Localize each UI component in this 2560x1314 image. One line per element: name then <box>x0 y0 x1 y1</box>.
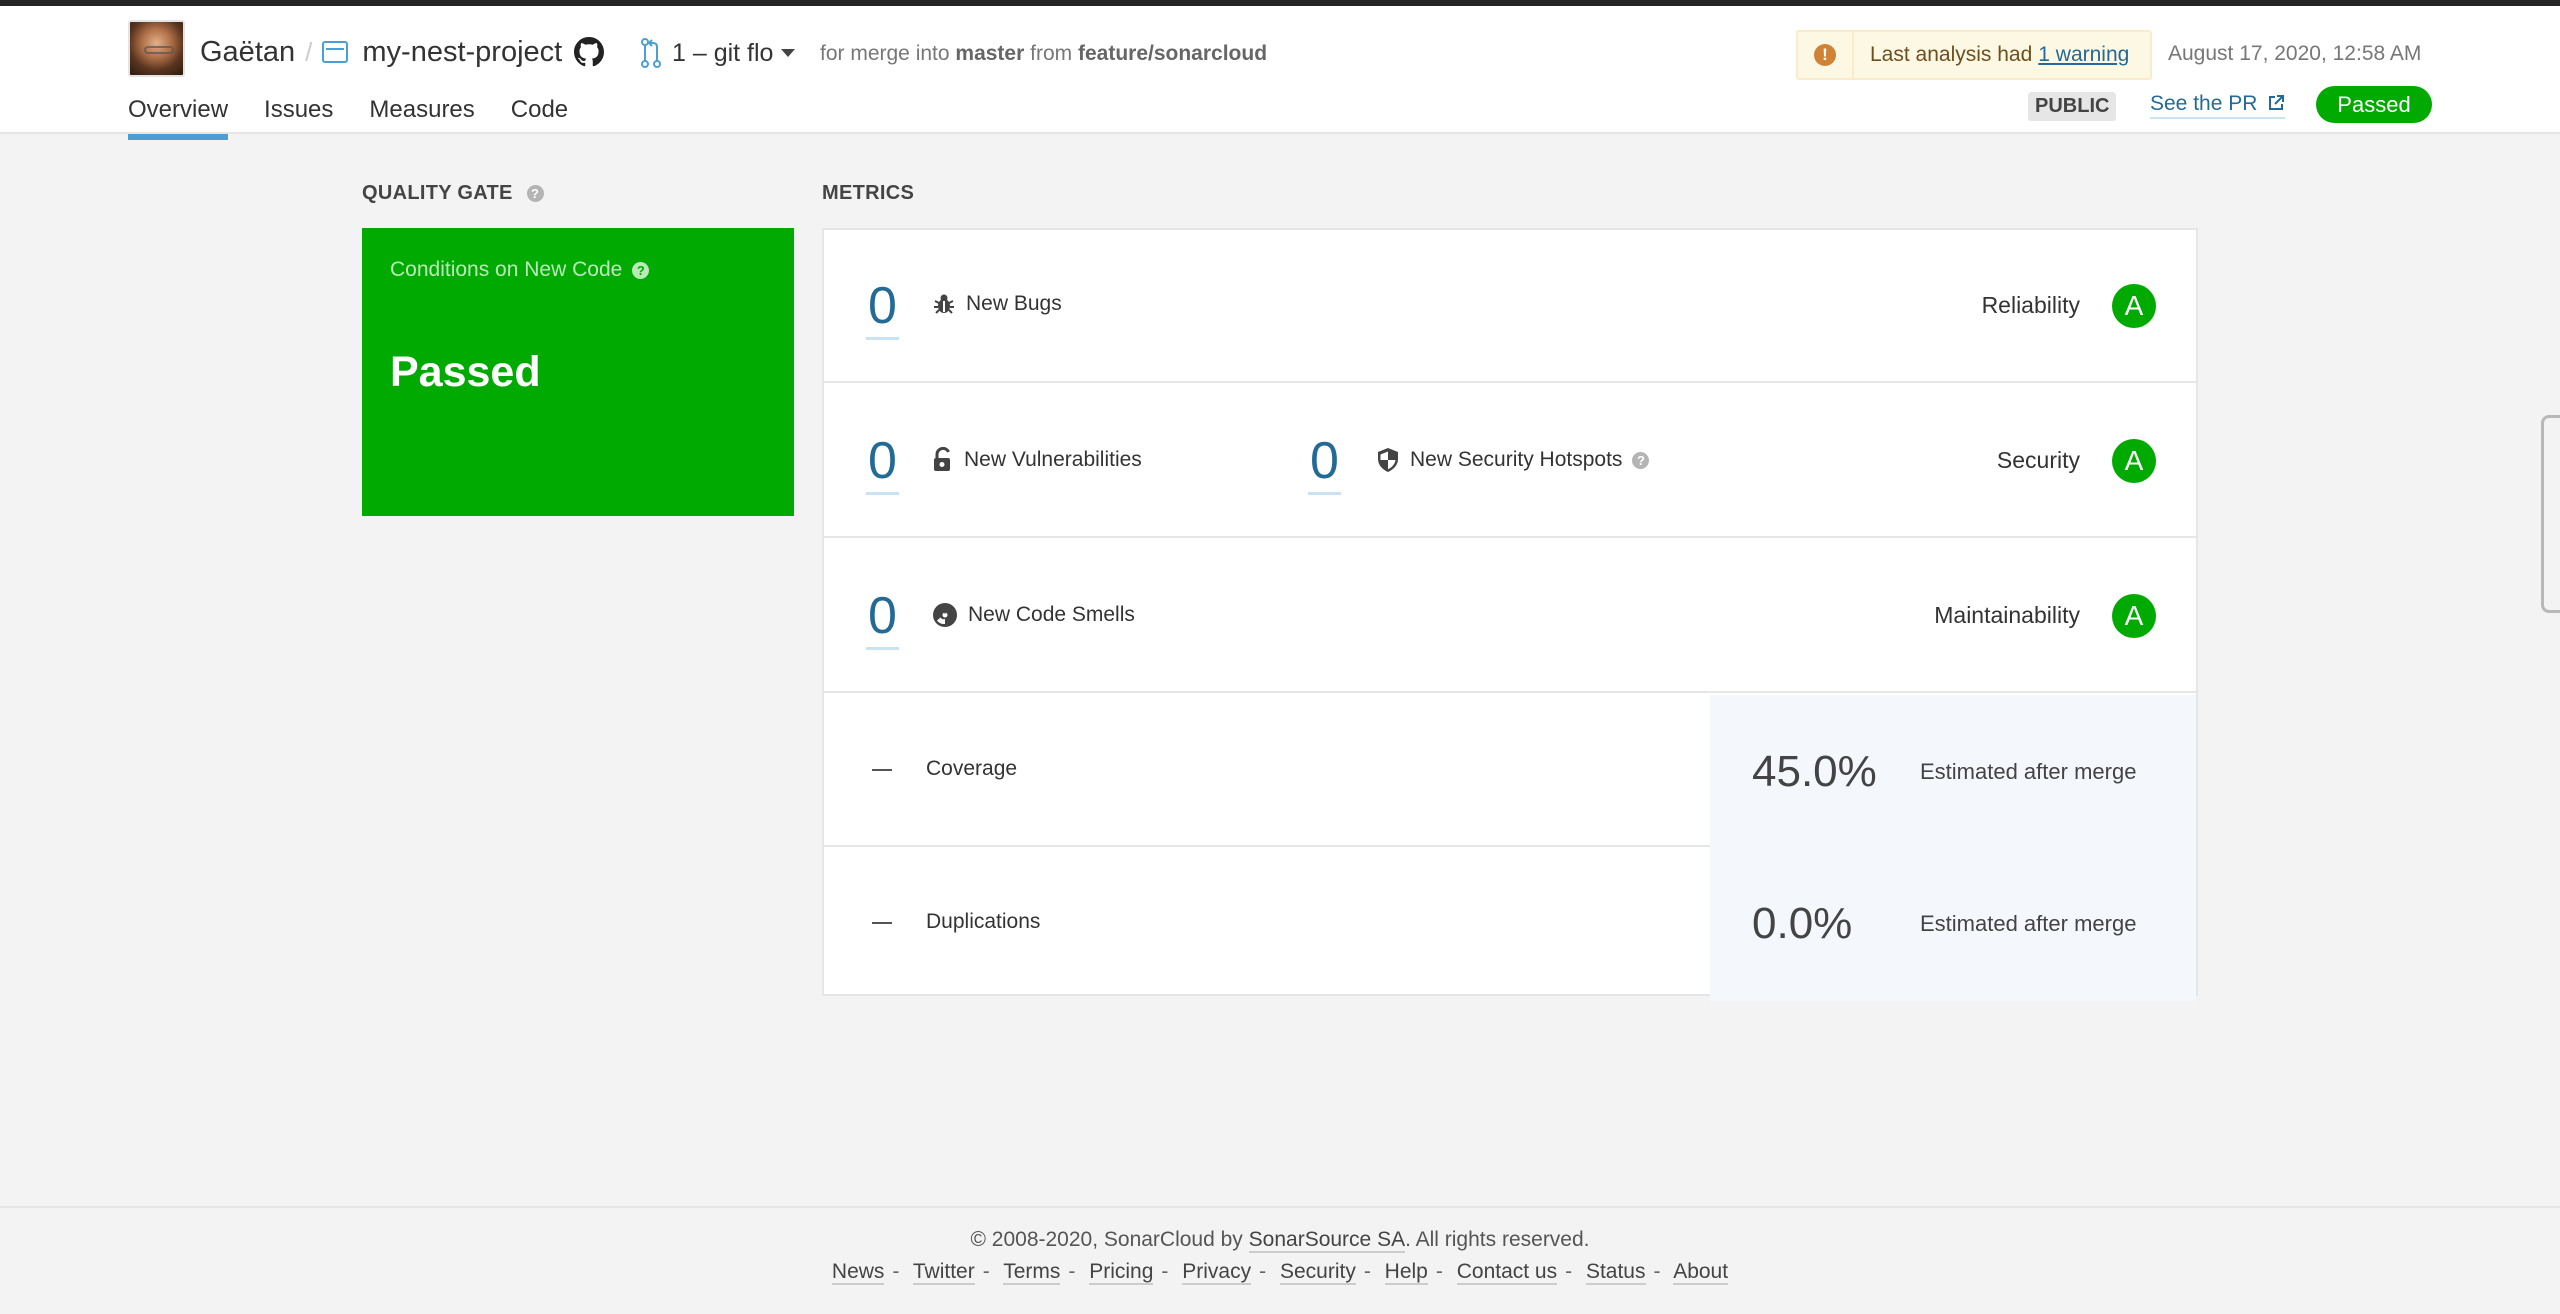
help-icon[interactable]: ? <box>1632 451 1650 469</box>
see-pr-link[interactable]: See the PR <box>2150 92 2286 119</box>
duplications-estimate-label: Estimated after merge <box>1920 911 2137 936</box>
footer: © 2008-2020, SonarCloud by SonarSource S… <box>0 1206 2560 1314</box>
footer-link-twitter[interactable]: Twitter <box>912 1260 975 1285</box>
quality-gate-status: Passed <box>390 348 541 396</box>
reliability-label: Reliability <box>1981 292 2080 318</box>
project-header: Gaëtan / my-nest-project 1 – git flo for… <box>0 6 2560 140</box>
external-link-icon <box>2269 95 2285 110</box>
duplications-row: Duplications <box>824 848 1710 1000</box>
tab-code[interactable]: Code <box>511 96 568 136</box>
footer-link-contact[interactable]: Contact us <box>1456 1260 1558 1285</box>
coverage-row: Coverage <box>824 695 1710 847</box>
metric-row-security: 0 New Vulnerabilities 0 New Security Hot… <box>824 385 2196 538</box>
warning-link[interactable]: 1 warning <box>2038 43 2129 67</box>
new-bugs-text[interactable]: New Bugs <box>966 292 1062 316</box>
duplications-label[interactable]: Duplications <box>926 910 1040 934</box>
footer-link-security[interactable]: Security <box>1279 1260 1356 1285</box>
help-icon[interactable]: ? <box>632 261 650 279</box>
github-icon[interactable] <box>574 37 605 67</box>
copyright-prefix: © 2008-2020, SonarCloud by <box>970 1228 1243 1251</box>
tab-overview[interactable]: Overview <box>128 96 229 140</box>
quality-gate-heading: QUALITY GATE? <box>362 182 544 205</box>
footer-links: News - Twitter - Terms - Pricing - Privacy - … <box>831 1260 1729 1285</box>
new-vulnerabilities-text[interactable]: New Vulnerabilities <box>964 448 1142 472</box>
analysis-warning-banner: ! Last analysis had 1 warning <box>1796 30 2152 80</box>
new-bugs-count[interactable]: 0 <box>866 278 899 340</box>
footer-link-pricing[interactable]: Pricing <box>1089 1260 1154 1285</box>
analysis-date: August 17, 2020, 12:58 AM <box>2168 42 2422 65</box>
owner-link[interactable]: Gaëtan <box>200 36 295 69</box>
footer-link-about[interactable]: About <box>1673 1260 1729 1285</box>
coverage-label[interactable]: Coverage <box>926 757 1017 781</box>
reliability-rating[interactable]: A <box>2112 284 2156 328</box>
pull-request-icon <box>641 38 661 68</box>
new-hotspots-count[interactable]: 0 <box>1308 433 1341 495</box>
help-icon[interactable]: ? <box>526 185 544 203</box>
unlock-icon <box>934 447 950 471</box>
company-link[interactable]: SonarSource SA <box>1248 1228 1406 1253</box>
project-link[interactable]: my-nest-project <box>362 36 562 69</box>
footer-link-help[interactable]: Help <box>1384 1260 1428 1285</box>
new-hotspots-text[interactable]: New Security Hotspots <box>1410 448 1622 472</box>
copyright-suffix: . All rights reserved. <box>1405 1228 1590 1251</box>
breadcrumb-separator: / <box>305 36 313 67</box>
duplications-new-value <box>872 922 892 924</box>
merge-info: for merge into master from feature/sonar… <box>820 42 1267 66</box>
tab-measures[interactable]: Measures <box>369 96 474 136</box>
breadcrumb: Gaëtan / my-nest-project <box>200 32 605 72</box>
footer-link-news[interactable]: News <box>831 1260 885 1285</box>
maintainability-label: Maintainability <box>1934 602 2080 628</box>
nav-tabs: Overview Issues Measures Code <box>128 96 604 140</box>
merge-mid: from <box>1030 42 1073 65</box>
see-pr-label: See the PR <box>2150 92 2258 115</box>
estimated-after-merge-panel: 45.0% Estimated after merge 0.0% Estimat… <box>1710 695 2196 1001</box>
coverage-estimate[interactable]: 45.0% <box>1752 747 1877 797</box>
new-vulnerabilities-label: New Vulnerabilities <box>932 447 1142 473</box>
tab-issues[interactable]: Issues <box>264 96 333 136</box>
branch-selector[interactable]: 1 – git flo <box>640 36 796 70</box>
bug-icon <box>934 294 954 314</box>
new-code-smells-text[interactable]: New Code Smells <box>968 603 1135 627</box>
footer-link-privacy[interactable]: Privacy <box>1182 1260 1252 1285</box>
status-badge: Passed <box>2316 86 2432 123</box>
avatar[interactable] <box>128 20 185 77</box>
warning-icon: ! <box>1814 44 1836 66</box>
visibility-badge: PUBLIC <box>2028 92 2117 121</box>
new-bugs-label: New Bugs <box>932 292 1062 316</box>
side-panel-handle[interactable] <box>2541 415 2560 613</box>
maintainability-rating[interactable]: A <box>2112 594 2156 638</box>
coverage-estimate-label: Estimated after merge <box>1920 759 2137 784</box>
chevron-down-icon <box>781 49 796 57</box>
metrics-heading: METRICS <box>822 182 915 204</box>
project-icon <box>322 41 349 63</box>
security-rating[interactable]: A <box>2112 439 2156 483</box>
metric-row-maintainability: 0 New Code Smells Maintainability A <box>824 540 2196 693</box>
coverage-new-value <box>872 769 892 771</box>
shield-icon <box>1378 448 1398 472</box>
metric-row-reliability: 0 New Bugs Reliability A <box>824 230 2196 383</box>
quality-gate-subtitle: Conditions on New Code? <box>390 258 650 282</box>
new-code-smells-count[interactable]: 0 <box>866 588 899 650</box>
footer-link-status[interactable]: Status <box>1585 1260 1646 1285</box>
new-code-smells-label: New Code Smells <box>932 602 1135 628</box>
target-branch: master <box>955 42 1025 65</box>
security-label: Security <box>1996 447 2080 473</box>
source-branch: feature/sonarcloud <box>1077 42 1268 65</box>
duplications-estimate[interactable]: 0.0% <box>1752 899 1852 949</box>
quality-gate-box: Conditions on New Code? Passed <box>362 228 794 516</box>
metrics-panel: 0 New Bugs Reliability A 0 New Vulnerabi… <box>822 228 2198 1001</box>
footer-link-terms[interactable]: Terms <box>1003 1260 1061 1285</box>
copyright: © 2008-2020, SonarCloud by SonarSource S… <box>0 1228 2560 1253</box>
quality-gate-title: QUALITY GATE <box>362 182 513 204</box>
branch-label: 1 – git flo <box>672 38 774 67</box>
new-vulnerabilities-count[interactable]: 0 <box>866 433 899 495</box>
merge-prefix: for merge into <box>820 42 950 65</box>
new-hotspots-label: New Security Hotspots ? <box>1376 447 1650 473</box>
coverage-duplications-section: Coverage Duplications 45.0% Estimated af… <box>824 695 2196 1001</box>
conditions-label: Conditions on New Code <box>390 258 623 281</box>
warning-text: Last analysis had <box>1870 43 2033 66</box>
code-smell-icon <box>933 603 957 627</box>
